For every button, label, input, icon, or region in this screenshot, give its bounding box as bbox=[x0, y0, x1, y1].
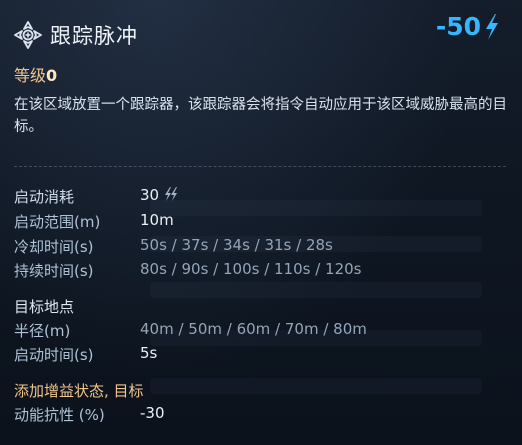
stat-value: 5s bbox=[140, 344, 158, 362]
stat-label: 启动时间(s) bbox=[14, 346, 94, 364]
section-title-target: 目标地点 bbox=[14, 298, 75, 316]
stat-label: 冷却时间(s) bbox=[14, 238, 94, 256]
cost-value: -50 bbox=[435, 12, 481, 41]
stat-value: 40m / 50m / 60m / 70m / 80m bbox=[140, 320, 367, 338]
stat-row: 半径(m) 40m / 50m / 60m / 70m / 80m bbox=[14, 320, 367, 341]
stat-label: 动能抗性 (%) bbox=[14, 406, 105, 424]
skill-description: 在该区域放置一个跟踪器，该跟踪器会将指令自动应用于该区域威胁最高的目标。 bbox=[14, 97, 507, 135]
tooltip-header: 跟踪脉冲 bbox=[14, 20, 138, 50]
stat-value: -30 bbox=[140, 404, 165, 422]
stat-row: 启动消耗 30 bbox=[14, 186, 178, 207]
stat-row: 持续时间(s) 80s / 90s / 100s / 110s / 120s bbox=[14, 260, 362, 281]
stat-row: 冷却时间(s) 50s / 37s / 34s / 31s / 28s bbox=[14, 236, 333, 257]
stat-row: 动能抗性 (%) -30 bbox=[14, 404, 165, 425]
skill-cost: -50 bbox=[436, 12, 500, 41]
stat-value: 30 bbox=[140, 186, 178, 207]
skill-tooltip: 跟踪脉冲 -50 等级0 在该区域放置一个跟踪器，该跟踪器会将指令自动应用于该区… bbox=[0, 0, 522, 445]
level-label: 等级 bbox=[14, 66, 47, 85]
stat-row: 启动时间(s) 5s bbox=[14, 344, 157, 365]
lightning-icon bbox=[486, 13, 498, 40]
stat-row: 启动范围(m) 10m bbox=[14, 211, 174, 232]
divider bbox=[14, 166, 506, 167]
stat-label: 启动消耗 bbox=[14, 188, 75, 206]
section-title-buff: 添加增益状态, 目标 bbox=[14, 382, 144, 400]
stat-label: 启动范围(m) bbox=[14, 213, 101, 231]
stat-value: 80s / 90s / 100s / 110s / 120s bbox=[140, 260, 362, 278]
skill-title: 跟踪脉冲 bbox=[50, 24, 138, 48]
level-value: 0 bbox=[46, 66, 58, 85]
tracking-pulse-icon bbox=[14, 21, 42, 49]
stat-value: 50s / 37s / 34s / 31s / 28s bbox=[140, 236, 333, 254]
double-lightning-icon bbox=[165, 187, 178, 201]
stat-value: 10m bbox=[140, 211, 174, 229]
energy-cost-value: 30 bbox=[140, 186, 160, 204]
stat-label: 半径(m) bbox=[14, 322, 71, 340]
stat-label: 持续时间(s) bbox=[14, 262, 94, 280]
skill-level: 等级0 bbox=[14, 62, 57, 86]
